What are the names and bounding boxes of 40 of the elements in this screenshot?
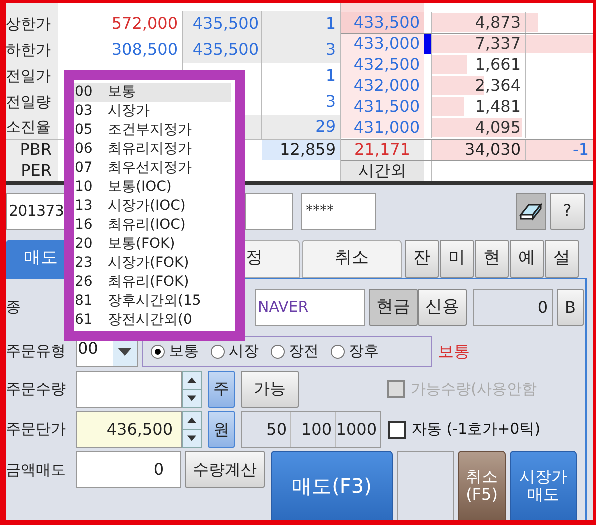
quote-label: 하한가 [6, 37, 58, 63]
count-cell: 29 [262, 115, 340, 139]
price-cell: 435,500 [183, 37, 262, 63]
checkbox-label: 가능수량(사용안함 [411, 378, 537, 400]
order-volume: 2,364 [475, 74, 521, 96]
change-value: -1 [525, 140, 593, 160]
stock-label: 종 [6, 297, 21, 318]
order-price: 432,000 [341, 75, 424, 96]
order-price: 432,500 [341, 54, 424, 75]
order-volume: 1,481 [475, 96, 521, 118]
price-total: 21,171 [341, 140, 424, 160]
price-cell: 435,500 [183, 11, 262, 37]
order-price: 433,000 [341, 34, 424, 54]
quote-label: 전일량 [6, 89, 58, 115]
order-type-label: 주문유형 [6, 341, 67, 362]
quote-value: 308,500 [112, 39, 178, 61]
order-volume: 1,661 [475, 54, 521, 76]
after-hours-label: 시간외 [341, 161, 424, 181]
pbr-label: PBR [6, 140, 58, 160]
order-type-value: 보통 [438, 340, 470, 362]
count-cell: 3 [262, 37, 340, 63]
quote-label: 전일가 [6, 63, 58, 89]
order-volume: 7,337 [475, 33, 521, 55]
amount-label: 금액매도 [6, 460, 67, 481]
quote-value: 572,000 [112, 13, 178, 35]
order-price: 431,500 [341, 96, 424, 117]
price-label: 주문단가 [6, 419, 67, 440]
quote-label: 소진율 [6, 115, 58, 139]
quote-label: 상한가 [6, 11, 58, 37]
per-label: PER [6, 160, 58, 181]
total-value: 12,859 [262, 140, 340, 160]
order-price: 431,000 [341, 117, 424, 138]
volume-total: 34,030 [431, 140, 525, 160]
count-cell: 1 [262, 11, 340, 37]
checkbox-label: 자동 (-1호가+0틱) [412, 419, 541, 440]
quantity-label: 주문수량 [6, 378, 67, 400]
quantity-display: 0 [473, 289, 553, 326]
order-volume: 4,095 [475, 116, 521, 138]
order-price: 433,500 [341, 12, 424, 33]
order-volume: 4,873 [475, 12, 521, 34]
